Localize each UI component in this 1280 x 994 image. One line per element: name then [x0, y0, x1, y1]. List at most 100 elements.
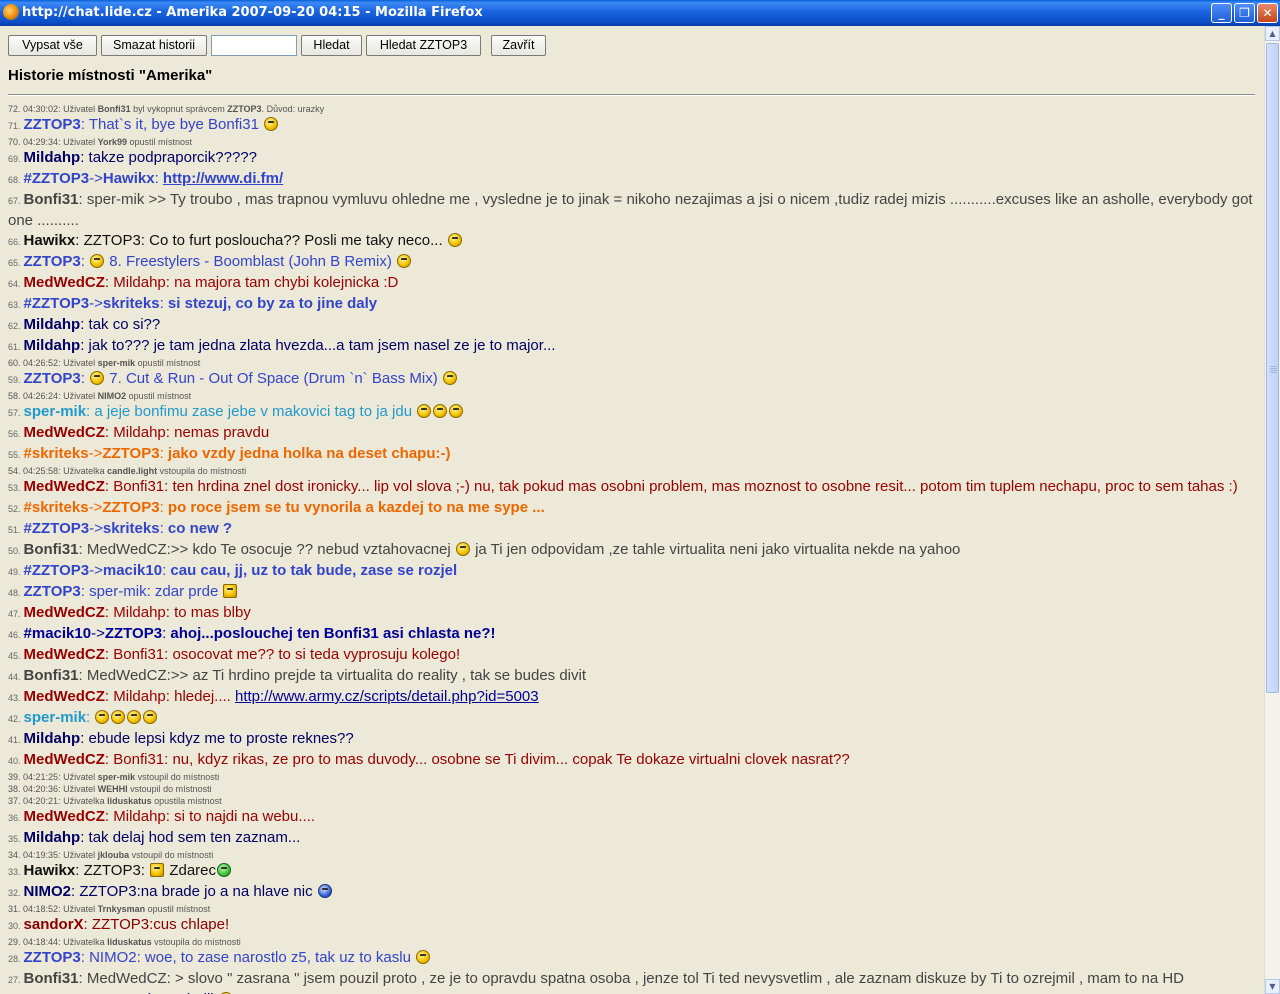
- chat-message: 26.NIMO2: zztop3 us jses oholil: [8, 990, 1258, 994]
- sender-name[interactable]: MedWedCZ: [24, 274, 105, 291]
- arrow-icon: ->: [88, 499, 103, 516]
- chat-message: 47. MedWedCZ: Mildahp: to mas blby: [8, 604, 251, 621]
- message-text: Mildahp: hledej....: [113, 688, 231, 705]
- message-number: 59.: [8, 375, 21, 385]
- message-text: ZZTOP3:: [83, 862, 145, 879]
- sender-name[interactable]: Hawikx: [24, 862, 76, 879]
- message-number: 38.: [8, 784, 21, 794]
- sender-name[interactable]: ZZTOP3: [24, 949, 81, 966]
- scroll-down-arrow-icon[interactable]: ▼: [1265, 979, 1280, 994]
- notice-user: sper-mik: [97, 358, 136, 368]
- sender-name[interactable]: #skriteks: [24, 445, 89, 462]
- message-number: 48.: [8, 588, 21, 598]
- sender-name[interactable]: #ZZTOP3: [24, 170, 90, 187]
- sender-name[interactable]: MedWedCZ: [24, 478, 105, 495]
- clear-history-button[interactable]: Smazat historii: [101, 35, 207, 56]
- vertical-scrollbar[interactable]: ▲ ▼: [1264, 26, 1280, 994]
- smiley-icon: [417, 404, 432, 418]
- sender-name[interactable]: ZZTOP3: [24, 583, 81, 600]
- sender-name[interactable]: NIMO2: [24, 883, 72, 900]
- sender-name[interactable]: #skriteks: [24, 499, 89, 516]
- message-number: 30.: [8, 921, 21, 931]
- sender-name[interactable]: MedWedCZ: [24, 808, 105, 825]
- notice-text: vstoupil do místnosti: [130, 784, 212, 794]
- private-message: 52. #skriteks->ZZTOP3: po roce jsem se tu…: [8, 499, 545, 516]
- message-link[interactable]: http://www.army.cz/scripts/detail.php?id…: [235, 688, 539, 705]
- sender-name[interactable]: Mildahp: [24, 730, 81, 747]
- sender-name[interactable]: Mildahp: [24, 337, 81, 354]
- sender-name[interactable]: MedWedCZ: [24, 688, 105, 705]
- sender-name[interactable]: Bonfi31: [24, 541, 79, 558]
- sender-name[interactable]: Bonfi31: [24, 970, 79, 987]
- message-text: ZZTOP3: Co to furt posloucha?? Posli me …: [83, 232, 443, 249]
- recipient-name[interactable]: ZZTOP3: [102, 499, 159, 516]
- recipient-name[interactable]: Hawikx: [103, 170, 155, 187]
- notice-text: opustila místnost: [154, 796, 222, 806]
- message-text: Bonfi31: nu, kdyz rikas, ze pro to mas d…: [113, 751, 850, 768]
- search-input[interactable]: [211, 35, 297, 56]
- notice-prefix: Uživatel: [63, 358, 96, 368]
- notice-prefix: Uživatel: [63, 784, 96, 794]
- smiley-icon: [449, 404, 464, 418]
- sender-name[interactable]: ZZTOP3: [24, 253, 81, 270]
- sender-name[interactable]: MedWedCZ: [24, 751, 105, 768]
- notice-user: jklouba: [97, 850, 130, 860]
- notice-prefix: Uživatel: [63, 104, 96, 114]
- close-button[interactable]: Zavřít: [491, 35, 546, 56]
- notice-text: opustil místnost: [137, 358, 201, 368]
- message-number: 34.: [8, 850, 21, 860]
- sender-name[interactable]: #ZZTOP3: [24, 562, 90, 579]
- sender-name[interactable]: Mildahp: [24, 829, 81, 846]
- sender-name[interactable]: ZZTOP3: [24, 370, 81, 387]
- message-number: 55.: [8, 450, 21, 460]
- notice-user: liduskatus: [107, 937, 152, 947]
- search-zztop3-button[interactable]: Hledat ZZTOP3: [366, 35, 481, 56]
- recipient-name[interactable]: skriteks: [103, 295, 160, 312]
- recipient-name[interactable]: ZZTOP3: [102, 445, 159, 462]
- chat-message: 41. Mildahp: ebude lepsi kdyz me to prost…: [8, 730, 354, 747]
- sender-name[interactable]: ZZTOP3: [24, 116, 81, 133]
- sender-name[interactable]: #ZZTOP3: [24, 520, 90, 537]
- sender-name[interactable]: Mildahp: [24, 149, 81, 166]
- sender-name[interactable]: Hawikx: [24, 232, 76, 249]
- sender-name[interactable]: Mildahp: [24, 316, 81, 333]
- firefox-icon: [3, 4, 19, 20]
- sender-name[interactable]: Bonfi31: [24, 191, 79, 208]
- system-notice: 60. 04:26:52: Uživatel sper-mik opustil …: [8, 358, 201, 368]
- scrollbar-thumb[interactable]: [1266, 43, 1279, 693]
- sender-name[interactable]: sandorX: [24, 916, 84, 933]
- message-number: 33.: [8, 867, 21, 877]
- sender-name[interactable]: sper-mik: [24, 709, 87, 726]
- message-number: 57.: [8, 408, 21, 418]
- smiley-icon: [223, 584, 238, 598]
- sender-name[interactable]: sper-mik: [24, 403, 87, 420]
- recipient-name[interactable]: skriteks: [103, 520, 160, 537]
- sender-name[interactable]: #ZZTOP3: [24, 295, 90, 312]
- message-number: 71.: [8, 121, 21, 131]
- chat-message: 65. ZZTOP3: 8. Freestylers - Boomblast (J…: [8, 252, 1258, 273]
- list-all-button[interactable]: Vypsat vše: [8, 35, 97, 56]
- notice-prefix: Uživatel: [63, 772, 96, 782]
- sender-name[interactable]: MedWedCZ: [24, 604, 105, 621]
- sender-name[interactable]: Bonfi31: [24, 667, 79, 684]
- notice-prefix: Uživatel: [63, 850, 96, 860]
- private-message: 68. #ZZTOP3->Hawikx: http://www.di.fm/: [8, 170, 284, 187]
- arrow-icon: ->: [89, 170, 103, 187]
- scroll-up-arrow-icon[interactable]: ▲: [1265, 26, 1280, 41]
- message-text: sper-mik >> Ty troubo , mas trapnou vyml…: [8, 191, 1253, 229]
- arrow-icon: ->: [91, 625, 105, 642]
- recipient-name[interactable]: macik10: [103, 562, 162, 579]
- message-link[interactable]: http://www.di.fm/: [163, 170, 283, 187]
- sender-name[interactable]: MedWedCZ: [24, 646, 105, 663]
- maximize-button[interactable]: ❐: [1234, 3, 1255, 23]
- search-button[interactable]: Hledat: [301, 35, 362, 56]
- notice-time: 04:26:24: [23, 391, 59, 401]
- sender-name[interactable]: #macik10: [24, 625, 92, 642]
- minimize-button[interactable]: _: [1211, 3, 1232, 23]
- notice-text: opustil místnost: [128, 391, 192, 401]
- close-window-button[interactable]: ✕: [1257, 3, 1278, 23]
- chat-message: 59. ZZTOP3: 7. Cut & Run - Out Of Space (…: [8, 369, 1258, 390]
- sender-name[interactable]: MedWedCZ: [24, 424, 105, 441]
- message-number: 65.: [8, 258, 21, 268]
- recipient-name[interactable]: ZZTOP3: [105, 625, 162, 642]
